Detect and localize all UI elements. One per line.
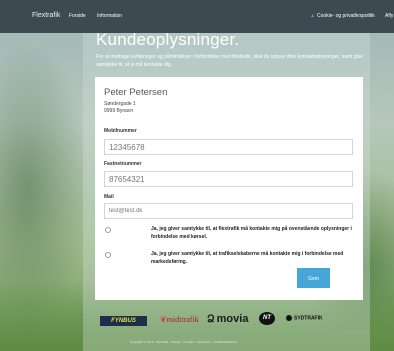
midttrafik-logo-text: midttrafik <box>166 315 199 324</box>
customer-address: Søndergade 1 9999 Bynavn <box>104 101 136 115</box>
page-title: Kundeoplysninger. <box>96 30 240 49</box>
consent-contact-radio[interactable] <box>105 227 111 233</box>
mobile-label: Mobilnummer <box>104 128 137 134</box>
nt-logo: NT <box>259 312 275 325</box>
landline-field[interactable] <box>104 171 353 187</box>
mobile-field[interactable] <box>104 139 353 155</box>
nav-item-cookie-policy[interactable]: ▲ Cookie- og privatlivspolitik <box>310 13 375 19</box>
customer-name: Peter Petersen <box>104 87 168 98</box>
save-button[interactable]: Gem <box>297 268 330 288</box>
consent-marketing-radio[interactable] <box>105 252 111 258</box>
movia-mark-icon: Ձ <box>207 314 215 325</box>
page-background: Flextrafik Forside Information ▲ Cookie- … <box>0 0 394 351</box>
mail-label: Mail <box>104 194 114 200</box>
landline-label: Fastnetnummer <box>104 161 142 167</box>
movia-logo-text: movia <box>216 313 249 325</box>
nav-item-information[interactable]: Information <box>97 13 122 19</box>
nav-item-cookie-label: Cookie- og privatlivspolitik <box>316 13 375 19</box>
intro-text: For at modtage kvitteringer og påmindels… <box>96 54 364 68</box>
brand-logo[interactable]: Flextrafik <box>32 12 60 19</box>
sydtrafik-mark-icon <box>286 315 292 321</box>
sydtrafik-logo: SYDTRAFIK <box>286 315 323 321</box>
customer-city: 9999 Bynavn <box>104 108 134 114</box>
footer-text: Copyright © 2014 · Flextrafik · Privacy … <box>130 340 238 344</box>
top-navigation-bar: Flextrafik Forside Information ▲ Cookie- … <box>0 0 394 33</box>
nav-item-forside[interactable]: Forside <box>69 13 86 19</box>
nav-item-logout[interactable]: Afly <box>385 13 393 19</box>
triangle-icon: ▲ <box>310 13 315 19</box>
midttrafik-logo: ❦midttrafik <box>160 315 199 324</box>
fynbus-logo: FYNBUS <box>100 316 147 326</box>
mail-field[interactable] <box>104 203 353 219</box>
sydtrafik-logo-text: SYDTRAFIK <box>294 315 323 322</box>
consent-contact-text: Ja, jeg giver samtykke til, at flextrafi… <box>151 226 352 240</box>
consent-marketing-text: Ja, jeg giver samtykke til, at trafiksel… <box>151 251 344 265</box>
movia-logo: Ձmovia <box>207 313 248 325</box>
midttrafik-mark-icon: ❦ <box>160 315 167 324</box>
customer-street: Søndergade 1 <box>104 101 136 107</box>
